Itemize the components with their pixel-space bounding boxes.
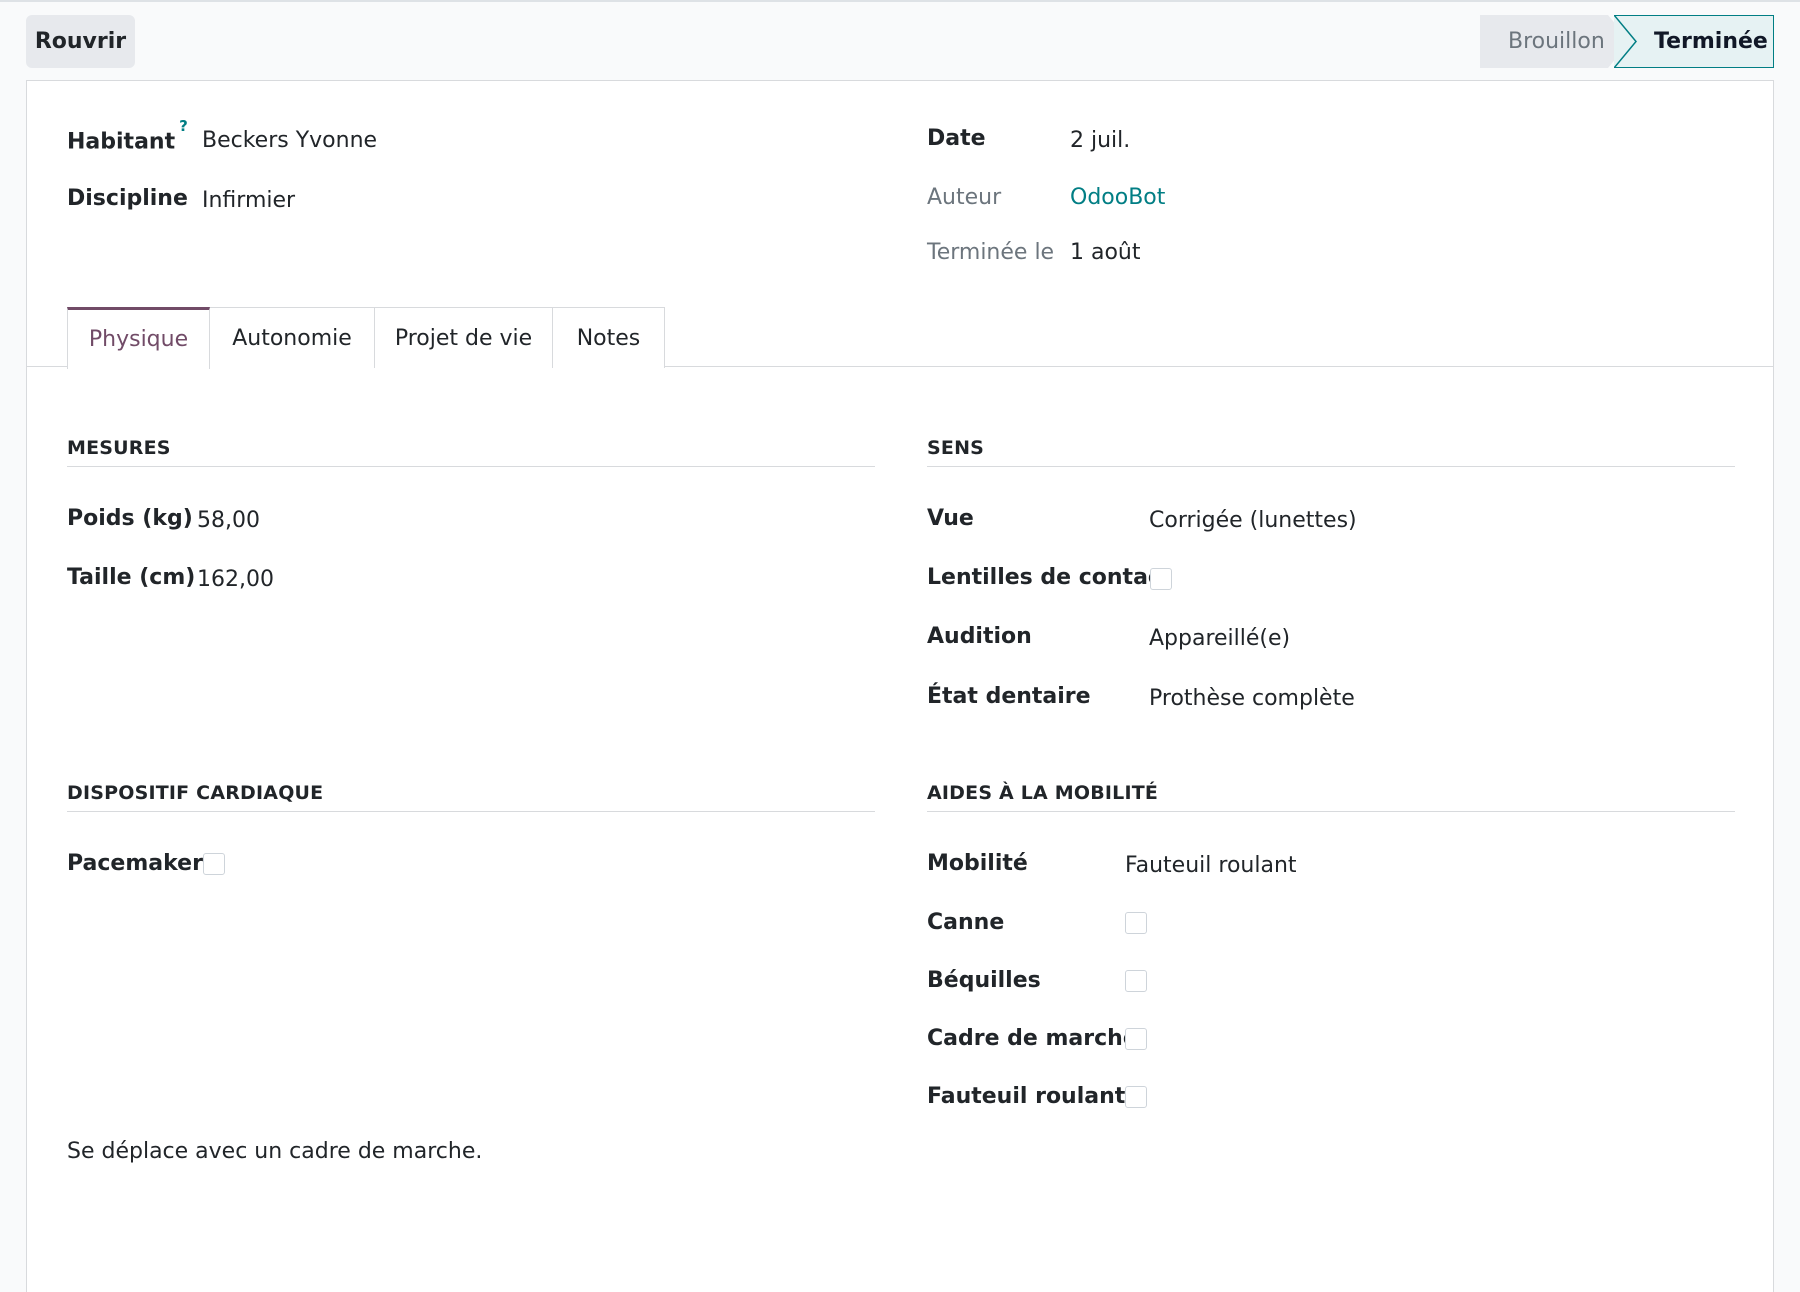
dental-label: État dentaire xyxy=(927,684,1091,709)
section-title-mobility: AIDES À LA MOBILITÉ xyxy=(927,782,1735,812)
dental-value[interactable]: Prothèse complète xyxy=(1149,686,1355,711)
height-label: Taille (cm) xyxy=(67,565,196,590)
hearing-value[interactable]: Appareillé(e) xyxy=(1149,626,1290,651)
walker-label: Cadre de marche xyxy=(927,1026,1138,1051)
wheelchair-checkbox[interactable] xyxy=(1125,1086,1147,1108)
vision-label: Vue xyxy=(927,506,974,531)
help-icon[interactable]: ? xyxy=(179,117,188,135)
control-panel: Rouvrir Brouillon Terminée xyxy=(0,2,1800,80)
wheelchair-label: Fauteuil roulant xyxy=(927,1084,1126,1109)
contact-lenses-checkbox[interactable] xyxy=(1150,568,1172,590)
tab-autonomie[interactable]: Autonomie xyxy=(209,307,375,368)
notebook-tabs: Physique Autonomie Projet de vie Notes xyxy=(27,305,1773,369)
resident-label: Habitant? xyxy=(67,117,188,155)
cane-checkbox[interactable] xyxy=(1125,912,1147,934)
hearing-label: Audition xyxy=(927,624,1032,649)
status-done-label: Terminée xyxy=(1654,29,1768,54)
reopen-button[interactable]: Rouvrir xyxy=(26,15,135,68)
completed-date-value[interactable]: 1 août xyxy=(1070,240,1141,265)
cane-label: Canne xyxy=(927,910,1005,935)
contact-lenses-label: Lentilles de contact xyxy=(927,565,1172,590)
note-text[interactable]: Se déplace avec un cadre de marche. xyxy=(67,1139,482,1164)
section-title-senses: SENS xyxy=(927,437,1735,467)
completed-date-label: Terminée le xyxy=(927,240,1055,265)
tab-projet-de-vie[interactable]: Projet de vie xyxy=(374,307,553,368)
tab-physique[interactable]: Physique xyxy=(67,307,210,369)
vision-value[interactable]: Corrigée (lunettes) xyxy=(1149,508,1357,533)
discipline-label: Discipline xyxy=(67,186,188,211)
section-title-cardiac: DISPOSITIF CARDIAQUE xyxy=(67,782,875,812)
pacemaker-label: Pacemaker xyxy=(67,851,203,876)
author-link[interactable]: OdooBot xyxy=(1070,185,1165,210)
form-sheet: Habitant? Beckers Yvonne Discipline Infi… xyxy=(26,80,1774,1292)
status-bar: Brouillon Terminée xyxy=(1480,15,1774,68)
date-label: Date xyxy=(927,126,986,151)
mobility-value[interactable]: Fauteuil roulant xyxy=(1125,853,1297,878)
height-value[interactable]: 162,00 xyxy=(197,567,274,592)
resident-value[interactable]: Beckers Yvonne xyxy=(202,128,377,153)
walker-checkbox[interactable] xyxy=(1125,1028,1147,1050)
pacemaker-checkbox[interactable] xyxy=(203,853,225,875)
status-arrow-icon xyxy=(1614,15,1637,68)
tab-notes[interactable]: Notes xyxy=(552,307,665,368)
crutches-label: Béquilles xyxy=(927,968,1041,993)
discipline-value[interactable]: Infirmier xyxy=(202,188,295,213)
author-label: Auteur xyxy=(927,185,1002,210)
status-draft[interactable]: Brouillon xyxy=(1480,15,1630,68)
status-done[interactable]: Terminée xyxy=(1614,15,1774,68)
section-title-measures: MESURES xyxy=(67,437,875,467)
date-value[interactable]: 2 juil. xyxy=(1070,128,1130,153)
weight-value[interactable]: 58,00 xyxy=(197,508,260,533)
mobility-label: Mobilité xyxy=(927,851,1028,876)
weight-label: Poids (kg) xyxy=(67,506,193,531)
crutches-checkbox[interactable] xyxy=(1125,970,1147,992)
